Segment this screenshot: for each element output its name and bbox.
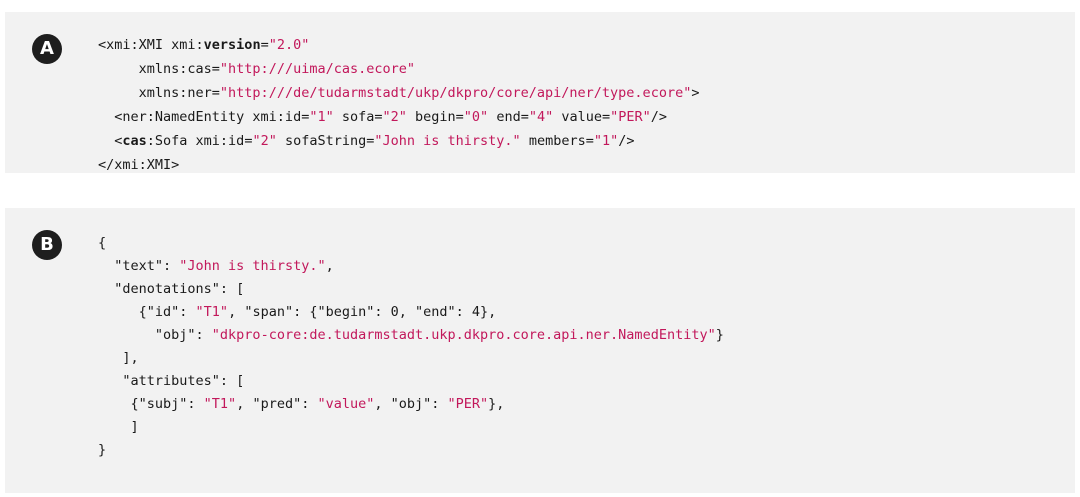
code-token: <ner:NamedEntity xmi:id= <box>98 109 310 125</box>
code-token: ], <box>98 350 139 366</box>
string-token: "T1" <box>195 304 229 320</box>
panel-b-badge: B <box>32 230 62 260</box>
code-line: <cas:Sofa xmi:id="2" sofaString="John is… <box>98 129 699 153</box>
code-line: { <box>98 232 724 255</box>
code-token: value= <box>553 109 611 125</box>
code-token: {"subj": <box>98 396 204 412</box>
string-token: "1" <box>593 133 619 149</box>
code-token: "attributes": [ <box>98 373 245 389</box>
code-token: = <box>260 37 269 53</box>
code-token: , <box>325 258 334 274</box>
code-token: </xmi:XMI> <box>98 157 180 173</box>
code-token: "denotations": [ <box>98 281 245 297</box>
code-line: xmlns:ner="http:///de/tudarmstadt/ukp/dk… <box>98 81 700 105</box>
string-token: "2" <box>252 133 277 149</box>
code-token: < <box>98 133 123 149</box>
code-token: "obj": <box>98 327 212 343</box>
string-token: "John is thirsty." <box>179 258 326 274</box>
code-line: "denotations": [ <box>98 278 724 301</box>
code-line: {"id": "T1", "span": {"begin": 0, "end":… <box>98 301 724 324</box>
string-token: "2.0" <box>268 37 310 53</box>
string-token: "PER" <box>610 109 651 125</box>
code-token: <xmi:XMI xmi: <box>98 37 204 53</box>
string-token: "1" <box>309 109 334 125</box>
code-token: , "pred": <box>236 396 318 412</box>
string-token: "2" <box>382 109 407 125</box>
code-token: end= <box>488 109 529 125</box>
code-line: {"subj": "T1", "pred": "value", "obj": "… <box>98 393 724 416</box>
code-token: > <box>691 85 700 101</box>
code-token: /> <box>618 133 635 149</box>
code-token: sofaString= <box>276 133 375 149</box>
code-token: { <box>98 235 107 251</box>
json-code-panel: B { "text": "John is thirsty.", "denotat… <box>5 208 1075 493</box>
xmi-code-block: <xmi:XMI xmi:version="2.0" xmlns:cas="ht… <box>98 33 699 177</box>
code-line: ], <box>98 347 724 370</box>
code-token: members= <box>520 133 594 149</box>
code-token: "text": <box>98 258 180 274</box>
panel-a-badge: A <box>32 34 62 64</box>
code-token: /> <box>650 109 668 125</box>
code-line: "text": "John is thirsty.", <box>98 255 724 278</box>
code-token: , "obj": <box>374 396 448 412</box>
code-token: }, <box>488 396 505 412</box>
code-token: xmlns:ner= <box>98 85 220 101</box>
code-token: , "span": {"begin": 0, "end": 4}, <box>228 304 497 320</box>
string-token: "http:///uima/cas.ecore" <box>219 61 415 77</box>
keyword-token: version <box>203 37 261 53</box>
code-line: } <box>98 439 724 462</box>
code-token: :Sofa xmi:id= <box>146 133 253 149</box>
json-code-block: { "text": "John is thirsty.", "denotatio… <box>98 232 724 462</box>
string-token: "John is thirsty." <box>374 133 521 149</box>
code-token: xmlns:cas= <box>98 61 220 77</box>
string-token: "http:///de/tudarmstadt/ukp/dkpro/core/a… <box>219 85 692 101</box>
string-token: "dkpro-core:de.tudarmstadt.ukp.dkpro.cor… <box>211 327 716 343</box>
string-token: "4" <box>528 109 554 125</box>
code-line: ] <box>98 416 724 439</box>
keyword-token: cas <box>122 133 147 149</box>
string-token: "PER" <box>447 396 489 412</box>
code-line: <ner:NamedEntity xmi:id="1" sofa="2" beg… <box>98 105 699 129</box>
string-token: "value" <box>317 396 375 412</box>
code-token: begin= <box>406 109 464 125</box>
code-line: <xmi:XMI xmi:version="2.0" <box>98 33 699 57</box>
string-token: "0" <box>463 109 489 125</box>
code-line: </xmi:XMI> <box>98 153 699 177</box>
xmi-code-panel: A <xmi:XMI xmi:version="2.0" xmlns:cas="… <box>5 12 1075 173</box>
code-line: "obj": "dkpro-core:de.tudarmstadt.ukp.dk… <box>98 324 724 347</box>
string-token: "T1" <box>203 396 237 412</box>
code-token: } <box>98 442 107 458</box>
code-token: } <box>715 327 724 343</box>
code-token: ] <box>98 419 139 435</box>
code-token: {"id": <box>98 304 196 320</box>
code-line: "attributes": [ <box>98 370 724 393</box>
code-token: sofa= <box>333 109 383 125</box>
code-line: xmlns:cas="http:///uima/cas.ecore" <box>98 57 699 81</box>
